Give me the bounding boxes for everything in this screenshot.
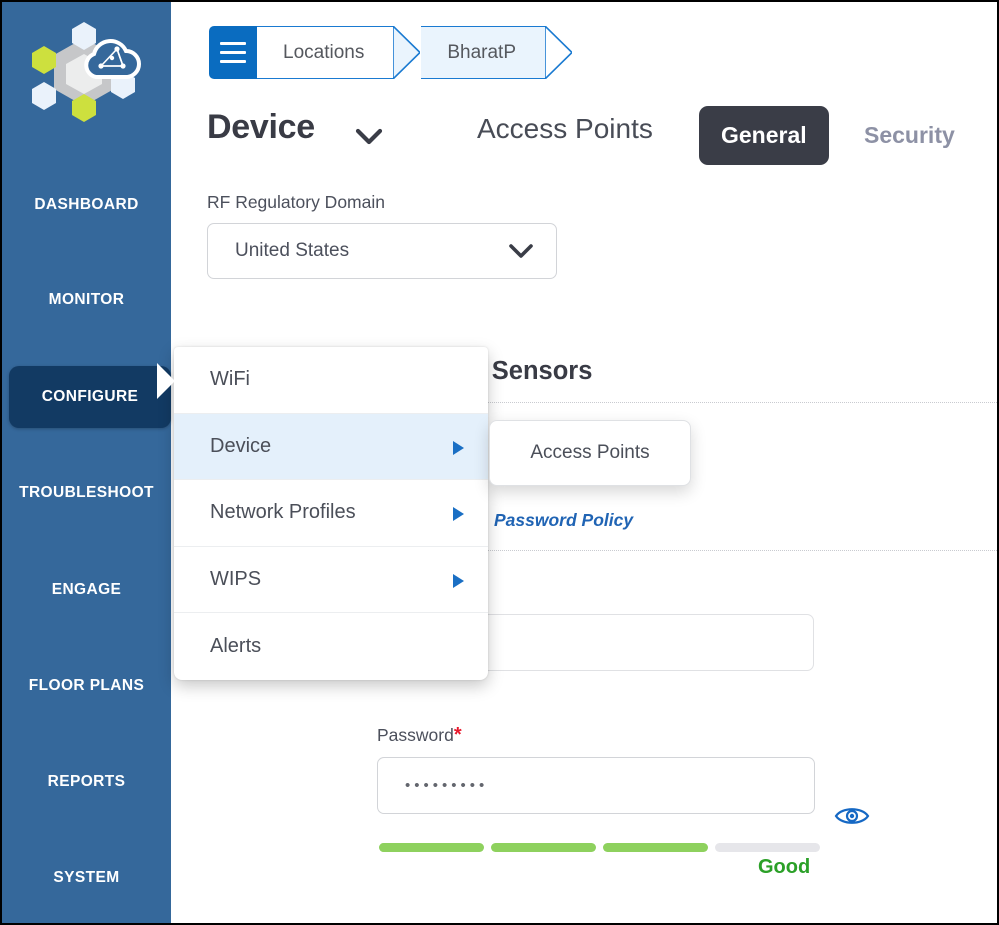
submenu-item-label: Access Points: [530, 442, 649, 464]
page-header: Device Access Points General Security Wi…: [207, 100, 997, 172]
strength-segment-filled: [491, 843, 596, 852]
menu-item-network-profiles[interactable]: Network Profiles: [174, 480, 488, 547]
password-input[interactable]: •••••••••: [377, 757, 815, 814]
menu-item-label: Alerts: [210, 635, 261, 658]
breadcrumb: Locations BharatP: [209, 26, 546, 79]
password-strength-label: Good: [758, 856, 810, 879]
strength-segment-filled: [379, 843, 484, 852]
sidebar-item-label: REPORTS: [48, 773, 126, 791]
sidebar-item-engage[interactable]: ENGAGE: [2, 559, 171, 621]
sidebar-item-label: TROUBLESHOOT: [19, 484, 154, 502]
password-field-group: Password* ••••••••• Good: [377, 724, 815, 814]
tab-security[interactable]: Security: [842, 106, 977, 165]
strength-segment-filled: [603, 843, 708, 852]
sidebar-item-label: DASHBOARD: [34, 196, 138, 214]
menu-item-device[interactable]: Device: [174, 414, 488, 481]
chevron-down-icon[interactable]: [355, 128, 383, 146]
sidebar-item-monitor[interactable]: MONITOR: [2, 269, 171, 331]
page-subtitle: Access Points: [477, 113, 653, 145]
required-marker: *: [454, 724, 462, 746]
sidebar-item-label: FLOOR PLANS: [29, 677, 144, 695]
password-masked-value: •••••••••: [405, 777, 488, 794]
breadcrumb-label: Locations: [283, 42, 364, 64]
sidebar-item-floor-plans[interactable]: FLOOR PLANS: [2, 655, 171, 717]
password-strength-meter: [379, 843, 820, 852]
hamburger-line: [220, 60, 246, 63]
menu-item-label: WIPS: [210, 568, 261, 591]
breadcrumb-chevron-icon: [545, 26, 572, 79]
general-settings-form: RF Regulatory Domain United States: [207, 192, 997, 279]
chevron-right-icon: [453, 441, 464, 455]
network-cloud-logo: [22, 16, 152, 124]
sidebar-item-label: MONITOR: [49, 291, 125, 309]
rf-domain-select[interactable]: United States: [207, 223, 557, 279]
rf-domain-value: United States: [235, 240, 349, 262]
menu-item-label: WiFi: [210, 368, 250, 391]
sidebar-item-reports[interactable]: REPORTS: [2, 751, 171, 813]
menu-pointer-arrow: [157, 363, 175, 399]
menu-item-alerts[interactable]: Alerts: [174, 613, 488, 680]
sidebar-item-configure[interactable]: CONFIGURE: [9, 366, 171, 428]
menu-item-wifi[interactable]: WiFi: [174, 347, 488, 414]
strength-segment-empty: [715, 843, 820, 852]
password-policy-link[interactable]: Password Policy: [494, 510, 633, 531]
breadcrumb-item-locations[interactable]: Locations: [257, 26, 394, 79]
configure-dropdown-menu: WiFi Device Network Profiles WIPS Alerts: [174, 347, 488, 680]
hamburger-line: [220, 51, 246, 54]
sidebar-item-troubleshoot[interactable]: TROUBLESHOOT: [2, 462, 171, 524]
breadcrumb-label: BharatP: [447, 42, 516, 64]
sidebar-item-dashboard[interactable]: DASHBOARD: [2, 174, 171, 236]
sidebar-item-label: CONFIGURE: [42, 388, 139, 406]
chevron-down-icon: [508, 243, 534, 260]
tab-general[interactable]: General: [699, 106, 829, 165]
menu-item-wips[interactable]: WIPS: [174, 547, 488, 614]
hamburger-line: [220, 42, 246, 45]
tab-label: Security: [864, 122, 955, 148]
password-label-text: Password: [377, 725, 454, 745]
password-label: Password*: [377, 724, 815, 747]
tab-wifi[interactable]: WiFi: [987, 106, 999, 165]
chevron-right-icon: [453, 574, 464, 588]
breadcrumb-chevron-icon: [393, 26, 420, 79]
eye-icon[interactable]: [834, 804, 870, 828]
menu-item-label: Network Profiles: [210, 501, 356, 524]
page-title[interactable]: Device: [207, 108, 315, 147]
submenu-item-access-points[interactable]: Access Points: [489, 420, 691, 486]
hamburger-icon[interactable]: [209, 26, 257, 79]
menu-item-label: Device: [210, 435, 271, 458]
chevron-right-icon: [453, 507, 464, 521]
application-window: DASHBOARD MONITOR CONFIGURE TROUBLESHOOT…: [0, 0, 999, 925]
main-sidebar: DASHBOARD MONITOR CONFIGURE TROUBLESHOOT…: [2, 2, 171, 923]
sidebar-item-label: ENGAGE: [52, 581, 122, 599]
sidebar-item-system[interactable]: SYSTEM: [2, 847, 171, 909]
sidebar-item-label: SYSTEM: [53, 869, 119, 887]
tab-label: General: [721, 122, 807, 148]
breadcrumb-item-bharatp[interactable]: BharatP: [421, 26, 546, 79]
rf-domain-label: RF Regulatory Domain: [207, 192, 997, 213]
